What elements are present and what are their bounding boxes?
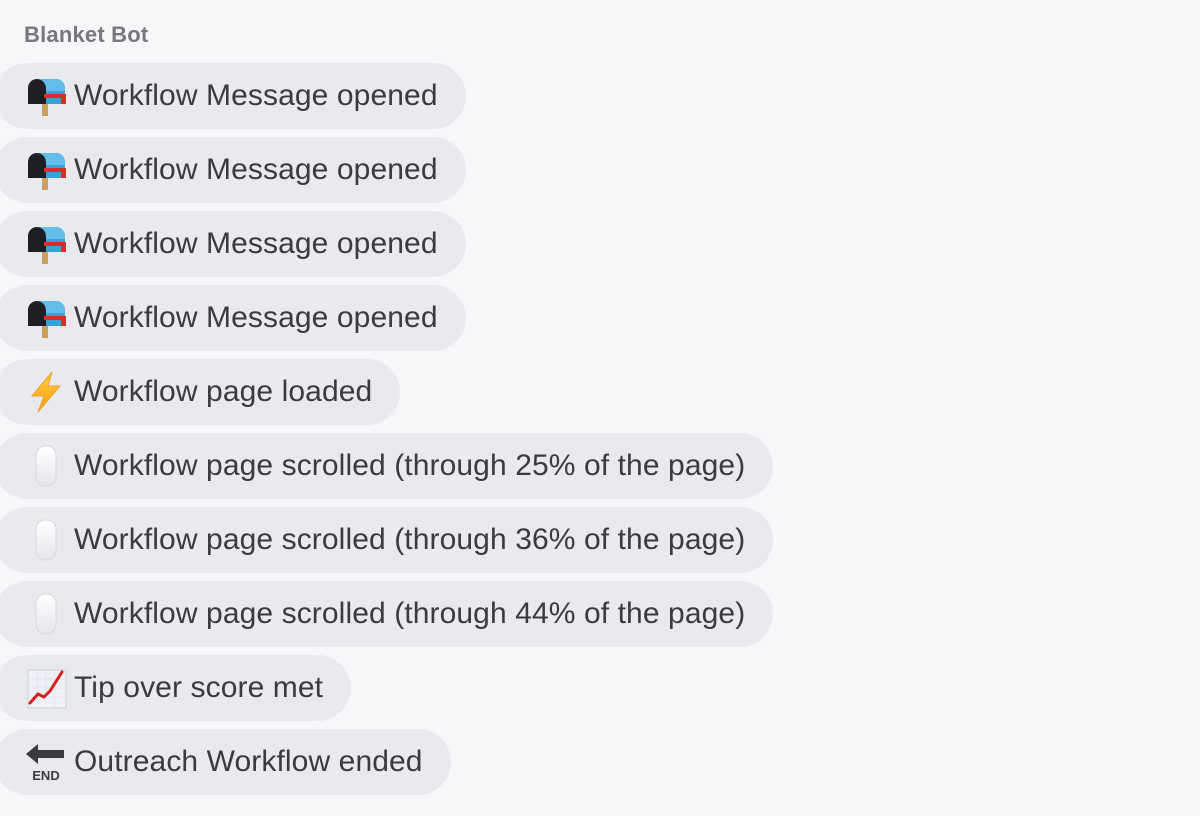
event-label: Outreach Workflow ended bbox=[74, 745, 423, 778]
event-bubble[interactable]: Workflow Message opened bbox=[0, 211, 466, 277]
event-bubble[interactable]: END Outreach Workflow ended bbox=[0, 729, 451, 795]
event-label: Workflow page scrolled (through 36% of t… bbox=[74, 523, 746, 556]
event-bubble[interactable]: Workflow page scrolled (through 25% of t… bbox=[0, 433, 774, 499]
event-label: Workflow page scrolled (through 25% of t… bbox=[74, 449, 746, 482]
event-bubble[interactable]: Workflow page loaded bbox=[0, 359, 401, 425]
mailbox-icon bbox=[24, 148, 68, 192]
event-label: Workflow Message opened bbox=[74, 227, 438, 260]
event-bubble[interactable]: Workflow page scrolled (through 36% of t… bbox=[0, 507, 774, 573]
event-label: Workflow Message opened bbox=[74, 79, 438, 112]
event-label: Workflow page scrolled (through 44% of t… bbox=[74, 597, 746, 630]
chart-increasing-icon bbox=[24, 666, 68, 710]
mailbox-icon bbox=[24, 74, 68, 118]
event-label: Workflow page loaded bbox=[74, 375, 373, 408]
mailbox-icon bbox=[24, 222, 68, 266]
event-bubble[interactable]: Workflow Message opened bbox=[0, 285, 466, 351]
mailbox-icon bbox=[24, 296, 68, 340]
mouse-icon bbox=[24, 592, 68, 636]
mouse-icon bbox=[24, 444, 68, 488]
sender-name: Blanket Bot bbox=[24, 22, 149, 47]
mouse-icon bbox=[24, 518, 68, 562]
lightning-icon bbox=[24, 370, 68, 414]
svg-text:END: END bbox=[32, 768, 59, 783]
event-list: Workflow Message opened Workflow Message… bbox=[0, 63, 774, 795]
event-label: Workflow Message opened bbox=[74, 153, 438, 186]
event-bubble[interactable]: Workflow Message opened bbox=[0, 137, 466, 203]
event-label: Workflow Message opened bbox=[74, 301, 438, 334]
end-arrow-icon: END bbox=[24, 740, 68, 784]
event-bubble[interactable]: Workflow page scrolled (through 44% of t… bbox=[0, 581, 774, 647]
event-label: Tip over score met bbox=[74, 671, 324, 704]
event-bubble[interactable]: Tip over score met bbox=[0, 655, 352, 721]
event-bubble[interactable]: Workflow Message opened bbox=[0, 63, 466, 129]
